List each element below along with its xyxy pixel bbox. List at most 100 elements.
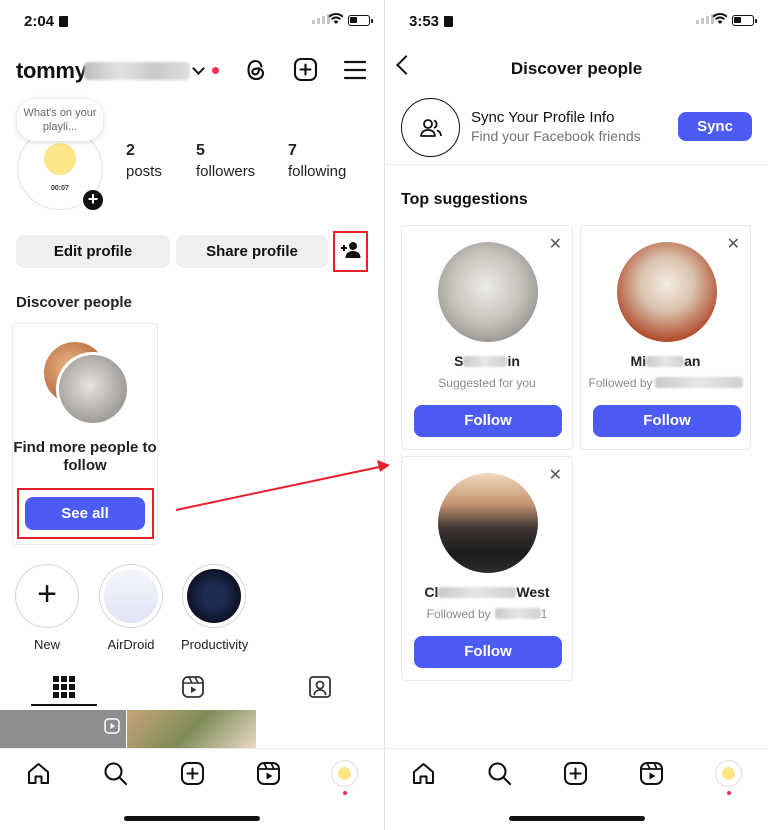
- create-icon[interactable]: [563, 761, 588, 786]
- name-redacted: [646, 356, 685, 367]
- highlight-new[interactable]: + New: [14, 564, 80, 652]
- dismiss-icon[interactable]: ✕: [549, 465, 562, 485]
- highlight-productivity-label: Productivity: [181, 637, 249, 652]
- home-icon[interactable]: [26, 761, 51, 786]
- suggestion-card[interactable]: ✕ Cl West Followed by 1 Follow: [401, 456, 573, 681]
- sync-profile-row: Sync Your Profile Info Find your Faceboo…: [385, 95, 768, 165]
- suggestion-name: Sin: [402, 353, 572, 369]
- lock-icon: [444, 16, 454, 27]
- sync-button[interactable]: Sync: [678, 112, 752, 141]
- suggestion-card[interactable]: ✕ Mi an Followed by Follow: [580, 225, 751, 450]
- suggestion-card[interactable]: ✕ Sin Suggested for you Follow: [401, 225, 573, 450]
- subtitle-tail: 1: [540, 607, 548, 621]
- reels-tab-icon[interactable]: [181, 675, 205, 699]
- username[interactable]: tommy: [16, 58, 87, 84]
- dismiss-icon[interactable]: ✕: [727, 234, 740, 254]
- wifi-icon: [328, 12, 344, 24]
- suggestion-avatar[interactable]: [438, 473, 538, 573]
- airdroid-highlight-ring: [99, 564, 163, 628]
- stat-posts[interactable]: 2 posts: [126, 142, 162, 180]
- avatar-time: 00:07: [51, 185, 69, 192]
- chevron-down-icon[interactable]: [192, 62, 205, 75]
- notification-dot: [343, 791, 347, 795]
- page-title: Discover people: [510, 59, 643, 78]
- new-highlight-ring: +: [15, 564, 79, 628]
- profile-nav[interactable]: [715, 760, 743, 796]
- battery-icon: [732, 15, 757, 26]
- stat-posts-count: 2: [126, 142, 135, 159]
- post-thumbnail[interactable]: [0, 710, 126, 748]
- suggestion-subtitle: Followed by 1: [402, 607, 572, 621]
- add-person-icon[interactable]: [340, 240, 362, 260]
- find-more-text: Find more people to follow: [13, 439, 157, 474]
- search-icon[interactable]: [487, 761, 512, 786]
- top-suggestions-title: Top suggestions: [401, 191, 528, 208]
- subtitle-text: Followed by: [426, 607, 491, 621]
- profile-avatar-icon: [331, 760, 358, 787]
- airdroid-thumbnail: [104, 569, 158, 623]
- notification-dot: [727, 791, 731, 795]
- profile-tabs: [0, 672, 384, 709]
- wifi-icon: [712, 12, 728, 24]
- threads-icon[interactable]: [244, 57, 268, 83]
- discover-people-title: Discover people: [16, 294, 132, 311]
- suggestion-name: Mi an: [581, 353, 750, 369]
- stat-following[interactable]: 7 following: [288, 142, 346, 180]
- highlight-productivity[interactable]: Productivity: [181, 564, 249, 652]
- grid-icon[interactable]: [53, 676, 75, 698]
- name-start: Mi: [630, 353, 647, 369]
- dismiss-icon[interactable]: ✕: [549, 234, 562, 254]
- status-time-text: 3:53: [409, 13, 440, 30]
- suggestion-subtitle: Followed by: [581, 376, 750, 390]
- plus-icon: +: [37, 575, 57, 613]
- name-start: S: [454, 353, 464, 369]
- sync-people-icon-ring: [401, 98, 460, 157]
- create-icon[interactable]: [180, 761, 205, 786]
- status-bar: 2:04: [0, 0, 384, 44]
- suggestion-avatar[interactable]: [438, 242, 538, 342]
- username-redacted: [84, 62, 190, 80]
- add-story-icon[interactable]: +: [81, 188, 105, 212]
- highlight-airdroid-label: AirDroid: [107, 637, 155, 652]
- battery-icon: [348, 15, 373, 26]
- suggestion-name: Cl West: [402, 584, 572, 600]
- menu-icon[interactable]: [344, 60, 366, 80]
- name-end: an: [684, 353, 701, 369]
- reels-icon[interactable]: [639, 761, 664, 786]
- home-indicator[interactable]: [508, 816, 645, 821]
- status-bar: 3:53: [385, 0, 768, 44]
- status-time: 2:04: [24, 13, 69, 30]
- profile-nav[interactable]: [331, 760, 359, 796]
- tagged-icon[interactable]: [308, 675, 332, 699]
- reels-icon[interactable]: [256, 761, 281, 786]
- sync-title: Sync Your Profile Info: [471, 109, 615, 126]
- create-post-icon[interactable]: [293, 57, 318, 82]
- active-tab-underline: [31, 704, 97, 706]
- highlight-airdroid[interactable]: AirDroid: [98, 564, 164, 652]
- name-redacted: [463, 356, 508, 367]
- subtitle-text: Followed by: [588, 376, 653, 390]
- bottom-nav: [0, 748, 384, 830]
- sync-subtitle: Find your Facebook friends: [471, 128, 641, 144]
- see-all-button[interactable]: See all: [25, 497, 145, 530]
- subtitle-redacted: [654, 377, 743, 388]
- stat-followers[interactable]: 5 followers: [196, 142, 255, 180]
- productivity-highlight-ring: [182, 564, 246, 628]
- edit-profile-button[interactable]: Edit profile: [16, 235, 170, 268]
- stat-followers-count: 5: [196, 142, 205, 159]
- home-icon[interactable]: [411, 761, 436, 786]
- follow-button[interactable]: Follow: [593, 405, 741, 437]
- status-time: 3:53: [409, 13, 454, 30]
- search-icon[interactable]: [103, 761, 128, 786]
- post-thumbnail[interactable]: [127, 710, 256, 748]
- follow-button[interactable]: Follow: [414, 405, 562, 437]
- name-end: West: [516, 584, 550, 600]
- follow-button[interactable]: Follow: [414, 636, 562, 668]
- home-indicator[interactable]: [124, 816, 260, 821]
- avatar-memoji: [44, 143, 76, 175]
- stat-following-count: 7: [288, 142, 297, 159]
- note-bubble[interactable]: What's on your playli...: [17, 99, 103, 141]
- suggestion-avatar[interactable]: [617, 242, 717, 342]
- share-profile-button[interactable]: Share profile: [176, 235, 328, 268]
- highlight-new-label: New: [33, 637, 60, 652]
